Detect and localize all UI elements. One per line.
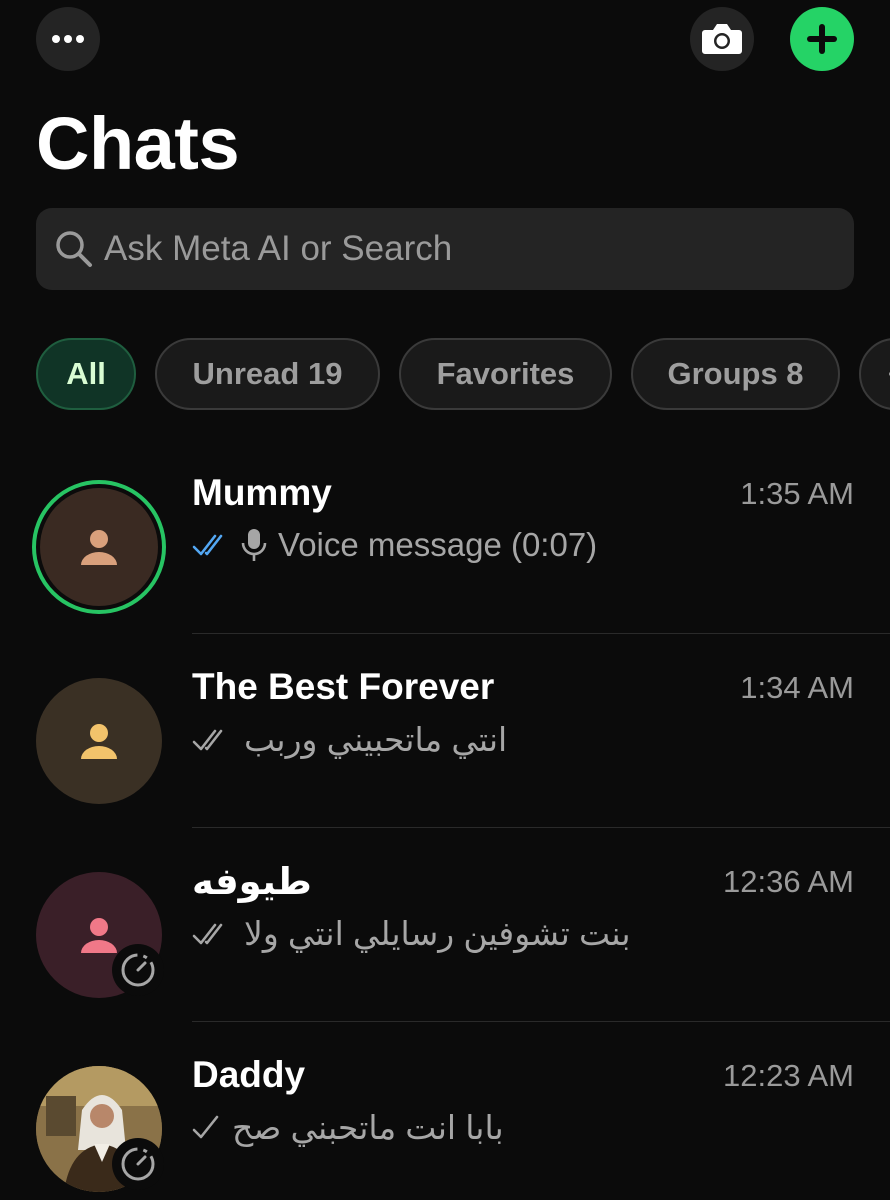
chat-preview: Voice message (0:07) (192, 526, 597, 564)
double-check-icon (192, 923, 223, 944)
chat-preview: بنت تشوفين رسايلي انتي ولا (192, 914, 631, 953)
chat-time: 12:23 AM (723, 1058, 854, 1093)
camera-button[interactable] (690, 7, 754, 71)
filter-chip-all[interactable]: All (36, 338, 136, 410)
search-input[interactable] (104, 229, 804, 269)
chat-row-daddy[interactable]: Daddy 12:23 AM بابا انت ماتحبني صح (0, 1022, 890, 1200)
chat-row-tayoofa[interactable]: طيوفه 12:36 AM بنت تشوفين رسايلي انتي ول… (0, 828, 890, 1022)
status-badge (112, 1138, 164, 1190)
chat-row-the-best-forever[interactable]: The Best Forever 1:34 AM انتي ماتحبيني و… (0, 634, 890, 828)
search-bar[interactable] (36, 208, 854, 290)
avatar[interactable] (32, 480, 166, 614)
chat-row-mummy[interactable]: Mummy 1:35 AM Voice message (0:07) (0, 440, 890, 634)
plus-icon (807, 24, 837, 54)
timer-icon (121, 1147, 155, 1181)
person-icon (81, 918, 117, 953)
status-badge (112, 944, 164, 996)
preview-text: Voice message (0:07) (278, 526, 598, 563)
filter-chip-unread[interactable]: Unread 19 (155, 338, 380, 410)
double-check-icon (192, 729, 223, 750)
chat-name: طيوفه (192, 861, 312, 902)
filter-chip-favorites[interactable]: Favorites (399, 338, 612, 410)
page-title: Chats (36, 102, 240, 185)
avatar[interactable] (36, 678, 162, 804)
chat-time: 1:35 AM (740, 476, 854, 511)
chat-time: 12:36 AM (723, 864, 854, 899)
person-icon (81, 530, 117, 565)
more-horizontal-icon (52, 35, 84, 43)
chat-time: 1:34 AM (740, 670, 854, 705)
chat-name: Daddy (192, 1054, 306, 1095)
chat-name: The Best Forever (192, 666, 495, 707)
double-check-read-icon (192, 534, 223, 556)
preview-text: بنت تشوفين رسايلي انتي ولا (244, 915, 631, 952)
filter-chip-groups[interactable]: Groups 8 (631, 338, 840, 410)
single-check-icon (192, 1115, 219, 1138)
chat-preview: انتي ماتحبيني وربب (192, 720, 507, 759)
timer-icon (121, 953, 155, 987)
person-icon (81, 724, 117, 759)
more-options-button[interactable] (36, 7, 100, 71)
filter-chips: All Unread 19 Favorites Groups 8 (36, 338, 890, 410)
chat-preview: بابا انت ماتحبني صح (192, 1108, 504, 1147)
camera-icon (702, 24, 742, 54)
search-icon (56, 231, 92, 267)
preview-text: انتي ماتحبيني وربب (244, 721, 508, 758)
filter-chip-add[interactable] (859, 338, 890, 410)
microphone-icon (241, 529, 267, 561)
chat-name: Mummy (192, 472, 332, 513)
preview-text: بابا انت ماتحبني صح (232, 1109, 504, 1146)
new-chat-button[interactable] (790, 7, 854, 71)
